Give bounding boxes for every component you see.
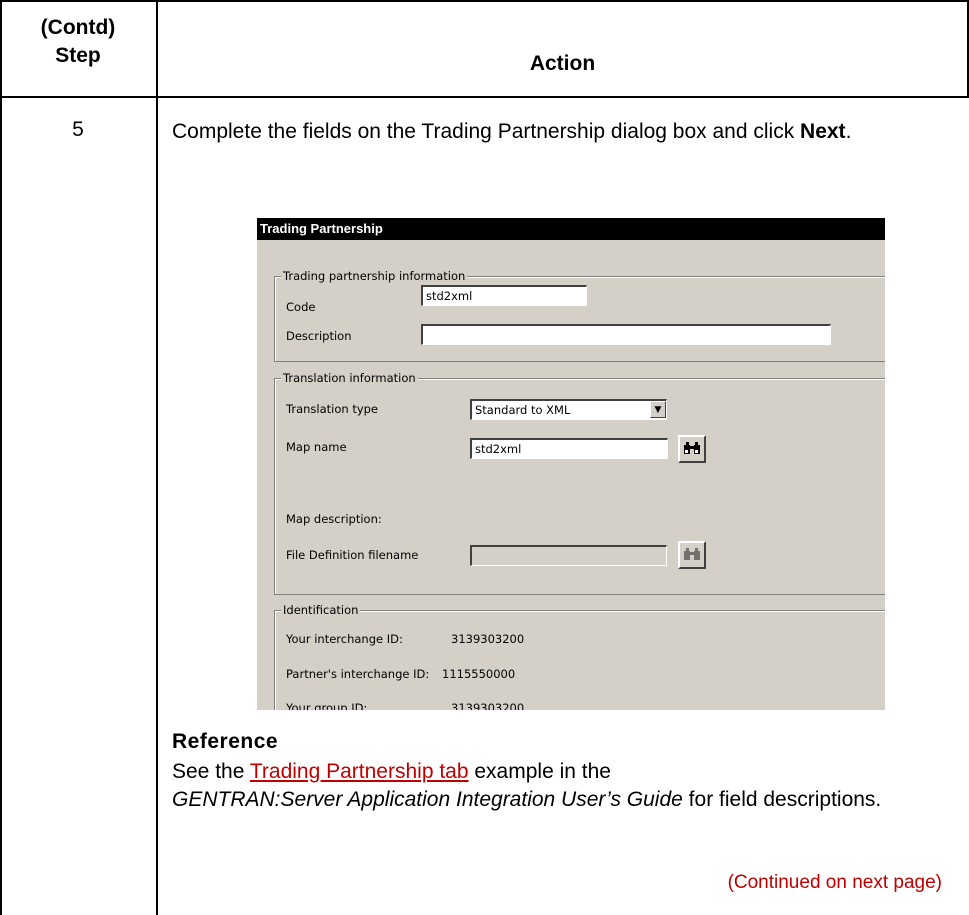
translation-group-title: Translation information (281, 371, 418, 385)
binoculars-icon (683, 441, 701, 458)
partnership-group-title: Trading partnership information (281, 269, 468, 283)
description-label: Description (286, 329, 352, 343)
description-field[interactable] (421, 324, 831, 345)
map-name-field[interactable]: std2xml (470, 438, 668, 459)
file-def-browse-button[interactable] (678, 541, 706, 569)
reference-text-before: See the (172, 760, 250, 783)
map-browse-button[interactable] (678, 435, 706, 463)
your-interchange-label: Your interchange ID: (286, 632, 403, 646)
identification-group: Identification (274, 603, 885, 710)
reference-text-after: example in the (468, 760, 611, 783)
translation-type-value: Standard to XML (475, 403, 571, 417)
map-description-label: Map description: (286, 512, 382, 526)
file-def-label: File Definition filename (286, 548, 419, 562)
your-interchange-value: 3139303200 (451, 632, 525, 646)
continued-note: (Continued on next page) (727, 872, 942, 893)
instruction-text: Complete the fields on the Trading Partn… (172, 120, 801, 143)
trading-partnership-dialog: Trading Partnership Trading partnership … (257, 218, 885, 710)
reference-heading: Reference (172, 730, 279, 753)
instruction-end: . (845, 120, 852, 143)
translation-type-label: Translation type (286, 402, 379, 416)
step-number: 5 (72, 118, 84, 141)
code-label: Code (286, 300, 316, 314)
your-group-value: 3139303200 (451, 701, 525, 710)
partner-interchange-value: 1115550000 (442, 667, 516, 681)
code-field[interactable]: std2xml (421, 285, 587, 306)
column-divider (156, 0, 158, 915)
header-action: Action (529, 52, 596, 75)
dropdown-arrow-icon[interactable]: ▼ (650, 401, 666, 418)
header-step: (Contd) Step (0, 14, 156, 70)
dialog-title: Trading Partnership (257, 218, 885, 240)
map-name-label: Map name (286, 440, 347, 454)
next-label: Next (800, 120, 846, 143)
guide-title: GENTRAN:Server Application Integration U… (172, 788, 683, 811)
your-group-label: Your group ID: (286, 701, 368, 710)
step-instruction: Complete the fields on the Trading Partn… (172, 118, 962, 146)
header-step-line1: (Contd) (40, 16, 116, 39)
identification-group-title: Identification (281, 603, 361, 617)
partner-interchange-label: Partner's interchange ID: (286, 667, 430, 681)
table-top-border (0, 0, 969, 2)
file-def-field[interactable] (470, 545, 667, 566)
procedure-table: (Contd) Step Action 5 Complete the field… (0, 0, 969, 915)
reference-body: See the Trading Partnership tab example … (172, 758, 932, 814)
header-divider (0, 96, 969, 98)
binoculars-icon (683, 547, 701, 564)
header-step-line2: Step (55, 44, 101, 67)
translation-type-select[interactable]: Standard to XML ▼ (470, 399, 667, 420)
trading-partnership-tab-link[interactable]: Trading Partnership tab (250, 760, 469, 783)
reference-text-end: for field descriptions. (682, 788, 882, 811)
dialog-body: Trading partnership information Code std… (257, 240, 885, 710)
